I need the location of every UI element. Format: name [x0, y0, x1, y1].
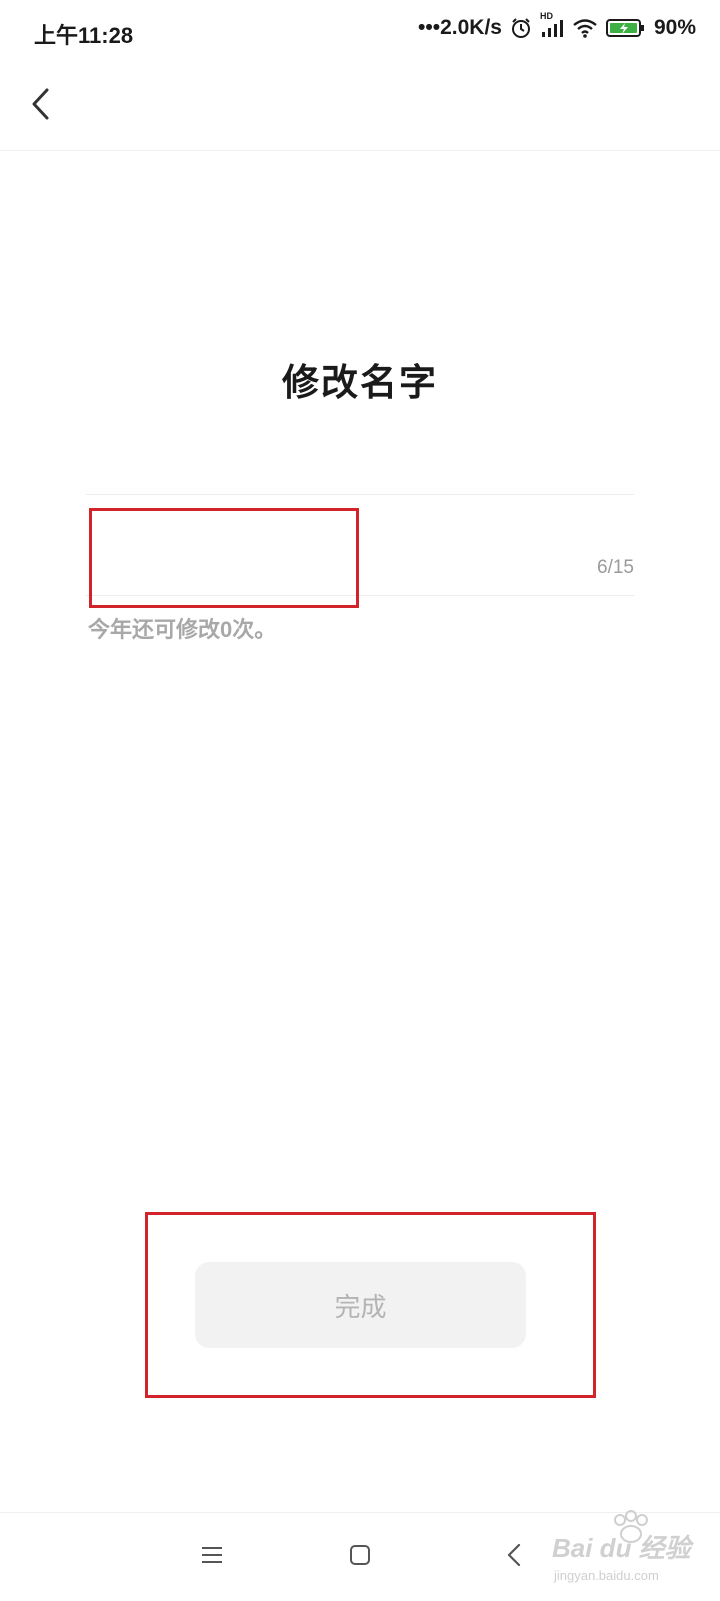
watermark-logo-text: Bai du 经验 — [552, 1533, 691, 1563]
nav-home-button[interactable] — [338, 1535, 382, 1579]
watermark-url: jingyan.baidu.com — [554, 1568, 659, 1583]
status-icons: •••2.0K/s HD 90% — [418, 11, 696, 40]
status-bar: 上午11:28 •••2.0K/s HD 90% — [0, 0, 720, 64]
name-input[interactable] — [90, 515, 554, 577]
nav-back-button[interactable] — [492, 1535, 536, 1579]
remaining-edits-hint: 今年还可修改0次。 — [88, 617, 277, 642]
char-count: 6/15 — [597, 557, 634, 578]
chevron-left-icon — [29, 87, 51, 126]
hd-badge: HD — [539, 11, 553, 21]
baidu-watermark: Bai du 经验 jingyan.baidu.com — [552, 1510, 712, 1588]
home-icon — [348, 1543, 372, 1572]
nav-menu-button[interactable] — [190, 1535, 234, 1579]
status-time: 上午11:28 — [34, 23, 134, 48]
menu-icon — [200, 1544, 224, 1571]
wifi-icon — [572, 17, 598, 39]
battery-percent: 90% — [653, 16, 696, 39]
battery-icon — [605, 17, 646, 39]
network-speed: •••2.0K/s — [418, 16, 502, 39]
page-title: 修改名字 — [282, 362, 438, 403]
signal-icon: HD — [540, 11, 564, 39]
name-field: 6/15 — [86, 494, 634, 596]
back-button[interactable] — [18, 84, 62, 128]
alarm-icon — [510, 17, 532, 39]
app-bar — [0, 64, 720, 151]
back-icon — [506, 1542, 522, 1573]
done-button[interactable]: 完成 — [195, 1262, 526, 1348]
